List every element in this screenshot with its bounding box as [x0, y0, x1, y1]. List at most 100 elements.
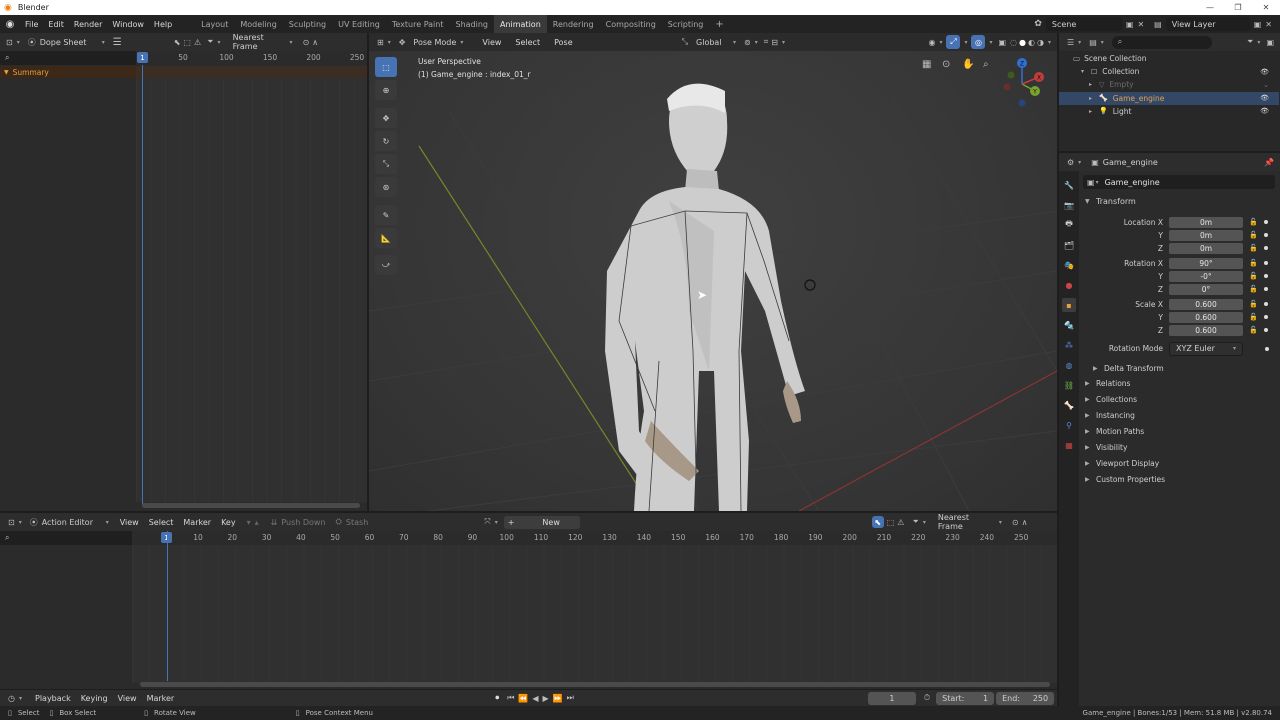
menu-edit[interactable]: Edit [43, 20, 69, 29]
timeline-menu-keying[interactable]: Keying [76, 694, 113, 703]
new-collection-icon[interactable]: ▣ [1266, 38, 1274, 47]
delete-view-layer-icon[interactable]: ✕ [1265, 20, 1272, 29]
lock-icon[interactable]: 🔓 [1249, 259, 1258, 267]
annotate-tool-icon[interactable]: ✎ [375, 205, 397, 225]
visibility-eye-icon[interactable]: 👁 [1260, 68, 1269, 76]
transform-orientation-dropdown[interactable]: Global ▾ [690, 35, 743, 49]
material-shading-icon[interactable]: ◐ [1028, 38, 1035, 47]
lock-icon[interactable]: 🔓 [1249, 285, 1258, 293]
transform-value-field[interactable]: 0m [1169, 216, 1243, 228]
viewport-menu-pose[interactable]: Pose [547, 38, 580, 47]
action-menu-select[interactable]: Select [144, 518, 179, 527]
keyframe-dot-icon[interactable] [1263, 302, 1268, 306]
hamburger-menu-icon[interactable]: ☰ [113, 37, 122, 48]
measure-tool-icon[interactable]: 📐 [375, 228, 397, 248]
outliner-search-input[interactable]: ⌕ [1111, 35, 1212, 49]
bone-tab-icon[interactable]: ⚲ [1062, 418, 1076, 432]
panel-instancing[interactable]: ▶ Instancing [1085, 411, 1135, 420]
delta-transform-header[interactable]: ▶ Delta Transform [1093, 364, 1164, 373]
editor-type-icon[interactable]: ⚙ [1067, 158, 1074, 167]
jump-start-icon[interactable]: ⏮ [507, 693, 514, 703]
keyframe-dot-icon[interactable] [1263, 287, 1268, 291]
lock-icon[interactable]: 🔓 [1249, 326, 1258, 334]
timeline-menu-playback[interactable]: Playback [30, 694, 76, 703]
maximize-button[interactable]: ❐ [1224, 0, 1252, 15]
blender-menu-icon[interactable]: ◉ [0, 19, 20, 30]
display-mode-icon[interactable]: ▤ [1089, 38, 1097, 47]
filter-icon[interactable]: ⏷ [912, 517, 918, 527]
keyframe-dot-icon[interactable] [1263, 233, 1268, 237]
transform-value-field[interactable]: -0° [1169, 270, 1243, 282]
summary-channel[interactable]: ▼ Summary [0, 66, 136, 78]
action-editor-mode[interactable]: Action Editor [42, 518, 102, 527]
constraints-tab-icon[interactable]: ⛓ [1062, 378, 1076, 392]
browse-action-icon[interactable]: ⤧ [484, 517, 490, 527]
tab-layout[interactable]: Layout [195, 15, 234, 33]
outliner-item-empty[interactable]: ▸ ▽ Empty ⌄ [1059, 78, 1279, 91]
only-errors-icon[interactable]: ⚠ [194, 38, 201, 47]
filter-icon[interactable]: ⏷ [207, 37, 213, 47]
keyframe-dot-icon[interactable] [1263, 315, 1268, 319]
transform-value-field[interactable]: 0° [1169, 283, 1243, 295]
tab-scripting[interactable]: Scripting [662, 15, 710, 33]
new-view-layer-icon[interactable]: ▣ [1254, 20, 1262, 29]
navigation-gizmo[interactable]: Z Y X [995, 57, 1049, 111]
visibility-eye-icon[interactable]: 👁 [1260, 94, 1269, 102]
editor-type-icon[interactable]: ⊡ [8, 518, 15, 527]
action-menu-view[interactable]: View [115, 518, 144, 527]
scene-icon[interactable]: ✿ [1034, 19, 1042, 29]
lock-icon[interactable]: 🔓 [1249, 244, 1258, 252]
falloff-icon[interactable]: ∧ [312, 38, 318, 47]
outliner-item-collection[interactable]: ▾ ☐ Collection 👁 [1059, 65, 1279, 78]
rotation-mode-dropdown[interactable]: XYZ Euler ▾ [1169, 341, 1243, 356]
tab-animation[interactable]: Animation [493, 15, 547, 33]
relax-pose-tool-icon[interactable]: ⤻ [375, 255, 397, 275]
auto-keying-icon[interactable]: ⏺ [495, 693, 499, 703]
transform-panel-header[interactable]: ▼ Transform [1085, 197, 1136, 206]
outliner-item-game-engine[interactable]: ▸ 🦴 Game_engine 👁 [1059, 91, 1279, 105]
lock-icon[interactable]: 🔓 [1249, 231, 1258, 239]
panel-visibility[interactable]: ▶ Visibility [1085, 443, 1127, 452]
falloff-icon[interactable]: ∧ [1022, 518, 1028, 527]
expand-arrow-icon[interactable]: ▸ [1089, 95, 1097, 102]
lock-icon[interactable]: 🔓 [1249, 272, 1258, 280]
only-selected-icon[interactable]: ⬉ [871, 516, 884, 528]
add-workspace-button[interactable]: + [715, 19, 723, 30]
minimize-button[interactable]: — [1196, 0, 1224, 15]
only-errors-icon[interactable]: ⚠ [897, 518, 904, 527]
modifier-tab-icon[interactable]: 🔩 [1062, 318, 1076, 332]
menu-help[interactable]: Help [149, 20, 177, 29]
transform-value-field[interactable]: 0.600 [1169, 311, 1243, 323]
stash-button[interactable]: Stash [346, 518, 368, 527]
tool-tab-icon[interactable]: 🔧 [1062, 178, 1076, 192]
pivot-icon[interactable]: ⊚ [744, 38, 751, 47]
tab-compositing[interactable]: Compositing [600, 15, 662, 33]
rotate-tool-icon[interactable]: ↻ [375, 131, 397, 151]
solid-shading-icon[interactable]: ● [1019, 38, 1026, 47]
new-action-button[interactable]: + New [503, 515, 580, 529]
current-frame-field[interactable]: 1 [867, 691, 916, 705]
physics-tab-icon[interactable]: ◍ [1062, 358, 1076, 372]
proportional-icon[interactable]: ⊙ [303, 38, 310, 47]
panel-relations[interactable]: ▶ Relations [1085, 379, 1130, 388]
start-frame-field[interactable]: Start: 1 [936, 691, 995, 705]
menu-render[interactable]: Render [69, 20, 107, 29]
world-tab-icon[interactable]: ● [1062, 278, 1076, 292]
keyframe-dot-icon[interactable] [1263, 274, 1268, 278]
next-keyframe-icon[interactable]: ⏩ [553, 694, 563, 703]
keyframe-down-icon[interactable]: ▴ [255, 518, 259, 527]
expand-arrow-icon[interactable]: ▸ [1089, 108, 1097, 115]
current-frame-indicator[interactable]: 1 [137, 52, 148, 63]
data-tab-icon[interactable]: 🦴 [1062, 398, 1076, 412]
viewport-menu-view[interactable]: View [475, 38, 508, 47]
toggle-camera-view-icon[interactable]: ▦ [922, 59, 931, 70]
editor-type-icon[interactable]: ⊡ [6, 38, 13, 47]
tab-uv-editing[interactable]: UV Editing [332, 15, 386, 33]
proportional-icon[interactable]: ⊙ [1012, 518, 1019, 527]
visibility-icon[interactable]: ◉ [928, 38, 935, 47]
timeline-menu-view[interactable]: View [113, 694, 142, 703]
tab-rendering[interactable]: Rendering [547, 15, 600, 33]
view-layer-tab-icon[interactable]: 🗂 [1062, 238, 1076, 252]
tab-sculpting[interactable]: Sculpting [283, 15, 332, 33]
timeline-menu-marker[interactable]: Marker [142, 694, 180, 703]
